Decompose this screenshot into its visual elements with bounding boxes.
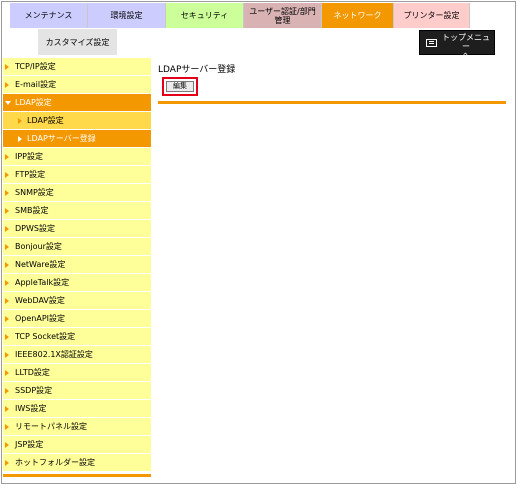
sidebar-item-label: WebDAV設定 — [15, 296, 65, 305]
triangle-right-icon — [5, 370, 9, 376]
sidebar: TCP/IP設定 E-mail設定 LDAP設定 LDAP設定 LDAPサーバー登録 IP… — [3, 58, 151, 472]
sidebar-item-label: ホットフォルダー設定 — [15, 458, 95, 467]
triangle-right-icon — [5, 280, 9, 286]
triangle-right-icon — [18, 136, 22, 142]
sidebar-item-label: IPP設定 — [15, 152, 44, 161]
sidebar-item[interactable]: LDAP設定 — [3, 94, 151, 111]
triangle-right-icon — [5, 172, 9, 178]
sidebar-item-label: IEEE802.1X認証設定 — [15, 350, 93, 359]
triangle-right-icon — [5, 460, 9, 466]
triangle-right-icon — [5, 298, 9, 304]
sidebar-bottom-divider — [3, 474, 151, 477]
tab-network[interactable]: ネットワーク — [322, 3, 394, 28]
tab-network-label: ネットワーク — [333, 11, 382, 20]
sidebar-item[interactable]: Bonjour設定 — [3, 238, 151, 255]
triangle-right-icon — [5, 82, 9, 88]
sidebar-item[interactable]: IPP設定 — [3, 148, 151, 165]
sidebar-item-label: TCP Socket設定 — [15, 332, 76, 341]
sidebar-item[interactable]: IWS設定 — [3, 400, 151, 417]
triangle-right-icon — [5, 442, 9, 448]
triangle-right-icon — [5, 316, 9, 322]
sidebar-item-label: LDAP設定 — [27, 116, 64, 125]
sidebar-item[interactable]: LDAPサーバー登録 — [3, 130, 151, 147]
triangle-right-icon — [5, 64, 9, 70]
triangle-down-icon — [5, 101, 11, 105]
sidebar-item-label: LDAPサーバー登録 — [27, 134, 96, 143]
top-menu-button[interactable]: トップメニュー へ — [419, 30, 495, 60]
sidebar-item[interactable]: LDAP設定 — [3, 112, 151, 129]
triangle-right-icon — [5, 388, 9, 394]
tab-customize-settings[interactable]: カスタマイズ設定 — [38, 29, 117, 55]
tab-printer-label: プリンター設定 — [403, 11, 460, 20]
sidebar-item[interactable]: ホットフォルダー設定 — [3, 454, 151, 471]
sidebar-item[interactable]: AppleTalk設定 — [3, 274, 151, 291]
triangle-right-icon — [5, 190, 9, 196]
sidebar-item[interactable]: JSP設定 — [3, 436, 151, 453]
sidebar-item[interactable]: LLTD設定 — [3, 364, 151, 381]
sidebar-item[interactable]: SMB設定 — [3, 202, 151, 219]
sidebar-item-label: SNMP設定 — [15, 188, 54, 197]
sidebar-item-label: DPWS設定 — [15, 224, 55, 233]
main-content: LDAPサーバー登録 編集 — [158, 64, 506, 104]
sidebar-item-label: LDAP設定 — [15, 98, 52, 107]
tab-environment-label: 環境設定 — [110, 11, 143, 20]
sidebar-item[interactable]: TCP/IP設定 — [3, 58, 151, 75]
sidebar-item[interactable]: TCP Socket設定 — [3, 328, 151, 345]
triangle-right-icon — [5, 334, 9, 340]
tab-maintenance-label: メンテナンス — [24, 11, 73, 20]
sub-toolbar: カスタマイズ設定 トップメニュー へ — [3, 29, 512, 60]
main-divider — [158, 101, 506, 104]
sidebar-item-label: Bonjour設定 — [15, 242, 62, 251]
tab-maintenance[interactable]: メンテナンス — [10, 3, 88, 28]
tab-security[interactable]: セキュリティ — [166, 3, 244, 28]
sidebar-item-label: FTP設定 — [15, 170, 46, 179]
triangle-right-icon — [5, 154, 9, 160]
sidebar-item-label: JSP設定 — [15, 440, 44, 449]
triangle-right-icon — [5, 262, 9, 268]
sidebar-item-label: NetWare設定 — [15, 260, 66, 269]
sidebar-item[interactable]: NetWare設定 — [3, 256, 151, 273]
sidebar-item[interactable]: SSDP設定 — [3, 382, 151, 399]
tab-security-label: セキュリティ — [180, 11, 229, 20]
sidebar-item-label: E-mail設定 — [15, 80, 57, 89]
tab-customize-settings-label: カスタマイズ設定 — [45, 37, 110, 47]
triangle-right-icon — [5, 208, 9, 214]
triangle-right-icon — [5, 244, 9, 250]
edit-button[interactable]: 編集 — [166, 81, 194, 92]
page-title: LDAPサーバー登録 — [158, 65, 236, 75]
sidebar-item[interactable]: IEEE802.1X認証設定 — [3, 346, 151, 363]
sidebar-item[interactable]: WebDAV設定 — [3, 292, 151, 309]
sidebar-item[interactable]: FTP設定 — [3, 166, 151, 183]
sidebar-item-label: SMB設定 — [15, 206, 49, 215]
edit-button-highlight: 編集 — [162, 77, 198, 96]
sidebar-item[interactable]: OpenAPI設定 — [3, 310, 151, 327]
tab-user-auth[interactable]: ユーザー認証/部門 管理 — [244, 3, 322, 28]
top-menu-label: トップメニュー へ — [442, 33, 490, 60]
triangle-right-icon — [5, 424, 9, 430]
triangle-right-icon — [5, 352, 9, 358]
sidebar-item-label: LLTD設定 — [15, 368, 50, 377]
sidebar-item-label: TCP/IP設定 — [15, 62, 56, 71]
sidebar-item[interactable]: リモートパネル設定 — [3, 418, 151, 435]
top-menu-icon — [426, 39, 437, 47]
sidebar-item-label: SSDP設定 — [15, 386, 53, 395]
triangle-right-icon — [5, 226, 9, 232]
tab-user-auth-label: ユーザー認証/部門 管理 — [249, 6, 316, 25]
sidebar-item-label: OpenAPI設定 — [15, 314, 66, 323]
triangle-right-icon — [18, 118, 22, 124]
sidebar-item-label: AppleTalk設定 — [15, 278, 70, 287]
sidebar-item[interactable]: SNMP設定 — [3, 184, 151, 201]
sidebar-item-label: リモートパネル設定 — [15, 422, 87, 431]
sidebar-item[interactable]: DPWS設定 — [3, 220, 151, 237]
triangle-right-icon — [5, 406, 9, 412]
sidebar-item[interactable]: E-mail設定 — [3, 76, 151, 93]
tab-environment[interactable]: 環境設定 — [88, 3, 166, 28]
tab-printer[interactable]: プリンター設定 — [394, 3, 470, 28]
sidebar-item-label: IWS設定 — [15, 404, 47, 413]
